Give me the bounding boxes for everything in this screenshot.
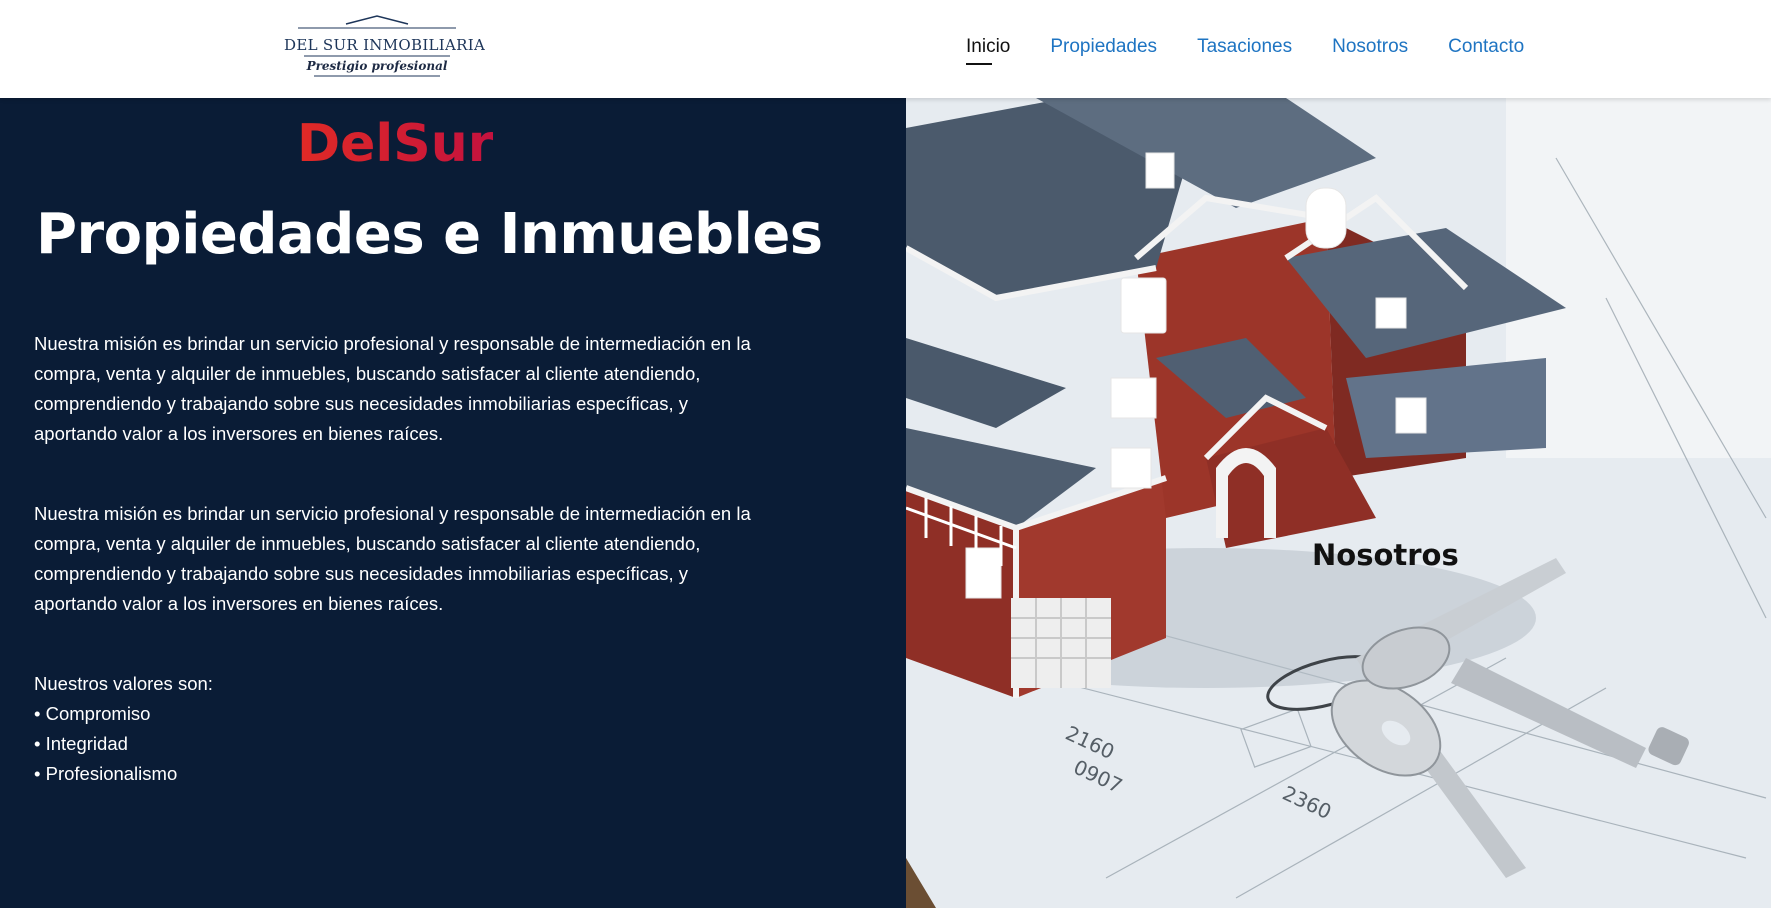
values-heading: Nuestros valores son: [34, 673, 213, 694]
main-nav: Inicio Propiedades Tasaciones Nosotros C… [966, 36, 1524, 65]
house-and-keys-illustration: 2160 0907 2360 [906, 98, 1771, 908]
brand-wordmark: DelSur [297, 114, 494, 174]
nav-tasaciones[interactable]: Tasaciones [1197, 36, 1292, 58]
mission-paragraph-2: Nuestra misión es brindar un servicio pr… [34, 503, 751, 614]
logo-tagline: Prestigio profesional [306, 59, 448, 73]
hero-image-panel: 2160 0907 2360 Nosotros [906, 98, 1771, 908]
value-item: • Profesionalismo [34, 763, 178, 784]
hero-title: Propiedades e Inmuebles [36, 202, 823, 267]
nosotros-overlay-label: Nosotros [1312, 538, 1459, 572]
value-item: • Compromiso [34, 703, 151, 724]
value-item: • Integridad [34, 733, 128, 754]
nav-propiedades[interactable]: Propiedades [1050, 36, 1157, 58]
nav-contacto[interactable]: Contacto [1448, 36, 1524, 58]
logo-name: DEL SUR INMOBILIARIA [284, 36, 486, 54]
logo[interactable]: DEL SUR INMOBILIARIA Prestigio profesion… [284, 14, 486, 78]
nav-inicio[interactable]: Inicio [966, 36, 1010, 65]
site-header: DEL SUR INMOBILIARIA Prestigio profesion… [0, 0, 1771, 98]
mission-paragraph-1: Nuestra misión es brindar un servicio pr… [34, 333, 751, 444]
values-list: Nuestros valores son: • Compromiso • Int… [34, 669, 213, 789]
nav-nosotros[interactable]: Nosotros [1332, 36, 1408, 58]
hero-text-panel: DelSur Propiedades e Inmuebles Nuestra m… [0, 98, 906, 908]
